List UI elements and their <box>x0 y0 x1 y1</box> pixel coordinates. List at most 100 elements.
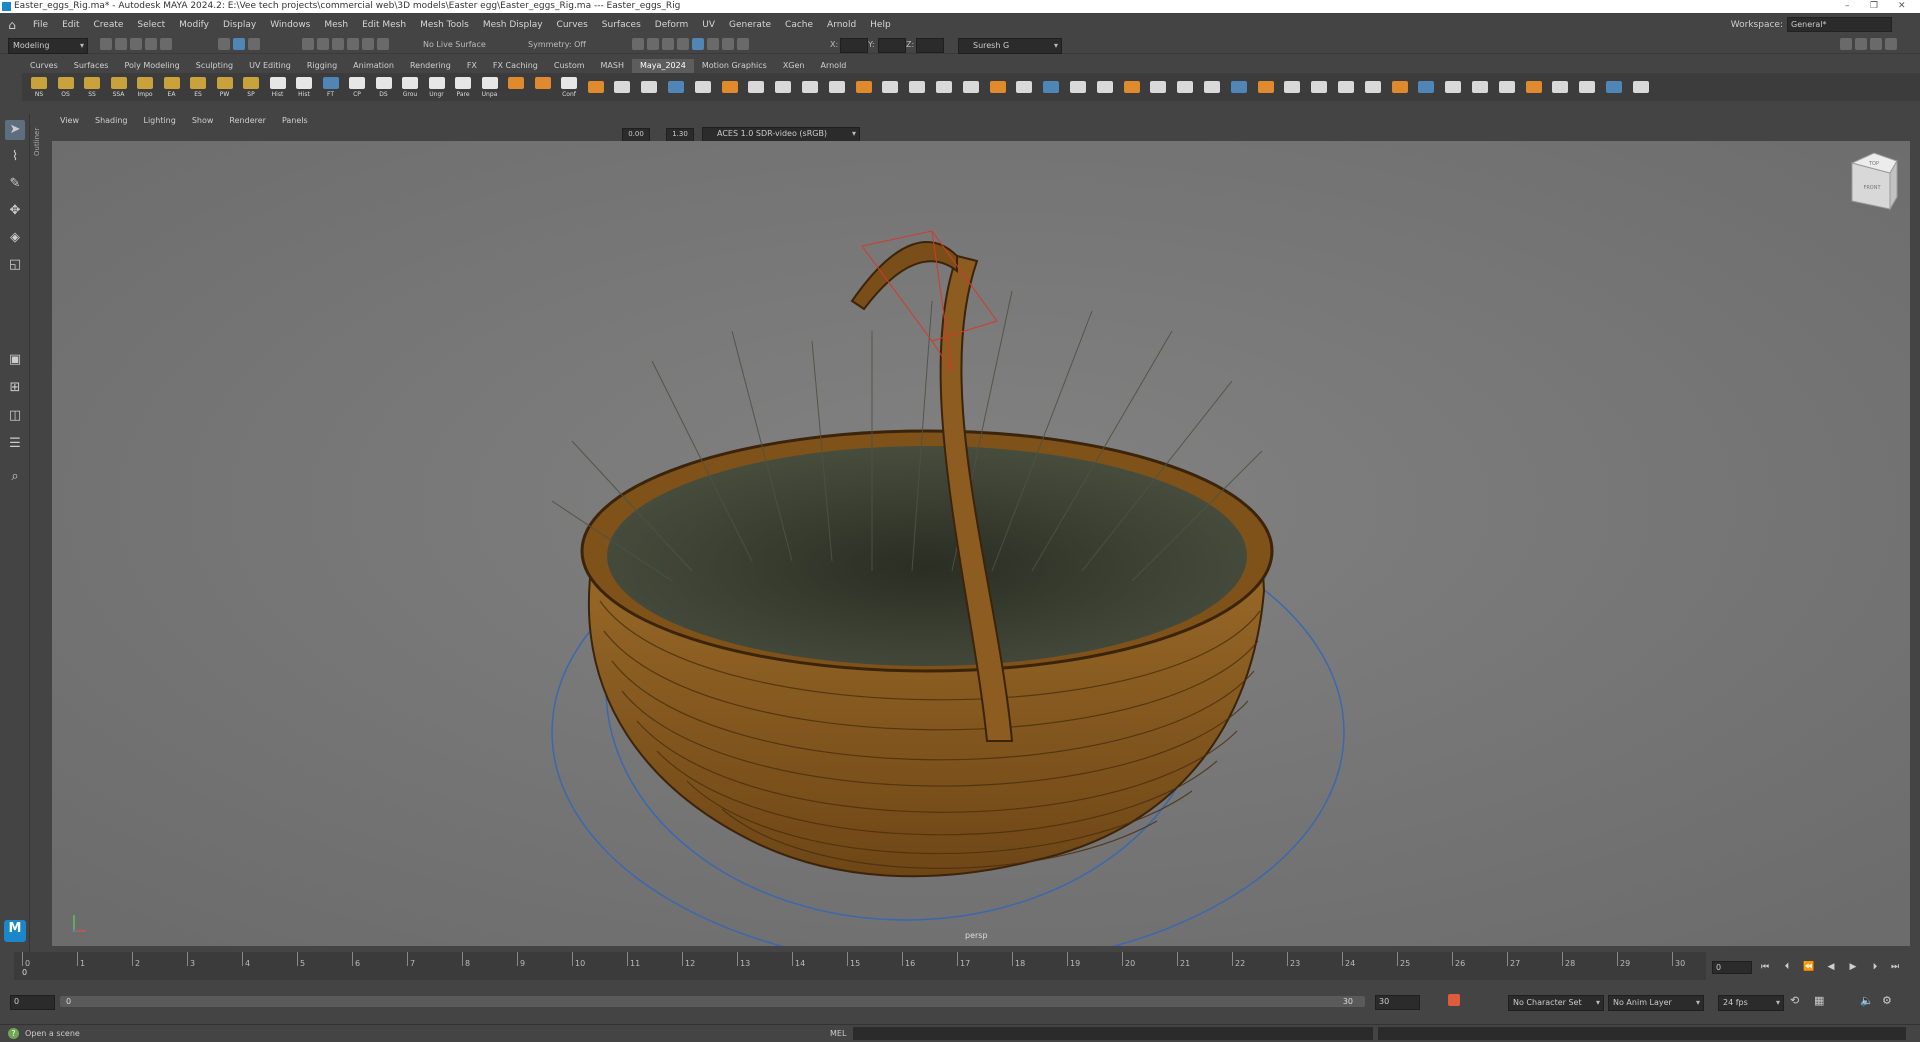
two-view-layout-icon[interactable]: ◫ <box>5 406 25 426</box>
go-to-end-icon[interactable]: ⏭ <box>1888 961 1902 974</box>
current-frame-field[interactable]: 0 <box>1712 961 1752 974</box>
shelf-tool-button-25[interactable] <box>1255 76 1277 98</box>
shelf-tool-button-0[interactable] <box>585 76 607 98</box>
shelf-tool-button-4[interactable] <box>692 76 714 98</box>
panel-menu-show[interactable]: Show <box>184 116 222 125</box>
outliner-tab-label[interactable]: Outliner <box>33 116 43 156</box>
panel-menu-panels[interactable]: Panels <box>274 116 316 125</box>
command-input[interactable] <box>853 1027 1373 1040</box>
play-forwards-icon[interactable]: ▶ <box>1846 961 1860 974</box>
close-icon[interactable]: ✕ <box>1898 0 1906 13</box>
rotate-tool-icon[interactable]: ◈ <box>5 228 25 248</box>
shelf-tool-button-39[interactable] <box>1630 76 1652 98</box>
shelf-button-unpa-17[interactable]: Unpa <box>479 76 501 98</box>
search-icon[interactable]: ⌕ <box>5 467 25 487</box>
shelf-tool-button-5[interactable] <box>719 76 741 98</box>
menu-set-dropdown[interactable]: Modeling <box>8 38 88 54</box>
shelf-tool-button-8[interactable] <box>799 76 821 98</box>
redo-icon[interactable] <box>160 38 172 50</box>
shelf-tab-sculpting[interactable]: Sculpting <box>188 59 241 73</box>
component-mode-icon[interactable] <box>248 38 260 50</box>
tool-settings-icon[interactable] <box>1870 38 1882 50</box>
menu-mesh-display[interactable]: Mesh Display <box>476 20 550 30</box>
perspective-viewport[interactable]: TOP FRONT <box>52 141 1910 946</box>
shelf-button-pare-16[interactable]: Pare <box>452 76 474 98</box>
shelf-tool-button-19[interactable] <box>1094 76 1116 98</box>
menu-cache[interactable]: Cache <box>778 20 820 30</box>
channel-box-icon[interactable] <box>1885 38 1897 50</box>
menu-deform[interactable]: Deform <box>648 20 695 30</box>
shelf-button-ea-5[interactable]: EA <box>161 76 183 98</box>
shelf-tool-button-9[interactable] <box>826 76 848 98</box>
shelf-button-hist-9[interactable]: Hist <box>267 76 289 98</box>
workspace-dropdown[interactable]: General* <box>1787 17 1892 32</box>
render-current-frame-icon[interactable] <box>632 38 644 50</box>
object-mode-icon[interactable] <box>233 38 245 50</box>
panel-menu-view[interactable]: View <box>52 116 87 125</box>
shelf-tool-button-27[interactable] <box>1308 76 1330 98</box>
snap-point-icon[interactable] <box>332 38 344 50</box>
panel-menu-lighting[interactable]: Lighting <box>135 116 183 125</box>
menu-surfaces[interactable]: Surfaces <box>595 20 648 30</box>
shelf-tool-button-32[interactable] <box>1442 76 1464 98</box>
fps-dropdown[interactable]: 24 fps <box>1718 995 1784 1011</box>
symmetry-label[interactable]: Symmetry: Off <box>528 40 586 49</box>
shelf-tool-button-26[interactable] <box>1281 76 1303 98</box>
shelf-tab-fx-caching[interactable]: FX Caching <box>485 59 546 73</box>
shelf-tool-button-11[interactable] <box>879 76 901 98</box>
select-tool-icon[interactable]: ➤ <box>5 120 25 140</box>
shelf-tool-button-24[interactable] <box>1228 76 1250 98</box>
shelf-tool-button-13[interactable] <box>933 76 955 98</box>
menu-help[interactable]: Help <box>863 20 898 30</box>
shelf-button-tool-18[interactable] <box>505 76 527 98</box>
maximize-icon[interactable]: ❐ <box>1870 0 1878 13</box>
snap-live-icon[interactable] <box>377 38 389 50</box>
grass-filling[interactable] <box>607 446 1247 666</box>
shelf-tool-button-12[interactable] <box>906 76 928 98</box>
go-to-start-icon[interactable]: ⏮ <box>1758 961 1772 974</box>
shelf-tool-button-22[interactable] <box>1174 76 1196 98</box>
shelf-tab-mash[interactable]: MASH <box>593 59 632 73</box>
shelf-tool-button-33[interactable] <box>1469 76 1491 98</box>
shelf-button-es-6[interactable]: ES <box>187 76 209 98</box>
anim-layer-dropdown[interactable]: No Anim Layer <box>1608 995 1704 1011</box>
shelf-tool-button-20[interactable] <box>1121 76 1143 98</box>
shelf-tool-button-17[interactable] <box>1040 76 1062 98</box>
menu-edit[interactable]: Edit <box>55 20 86 30</box>
undo-icon[interactable] <box>145 38 157 50</box>
shelf-button-ds-13[interactable]: DS <box>373 76 395 98</box>
auto-key-icon[interactable] <box>1448 994 1460 1006</box>
shelf-tool-button-14[interactable] <box>960 76 982 98</box>
render-sequence-icon[interactable] <box>647 38 659 50</box>
save-scene-icon[interactable] <box>130 38 142 50</box>
shelf-tool-button-1[interactable] <box>611 76 633 98</box>
shelf-tool-button-16[interactable] <box>1013 76 1035 98</box>
user-account-dropdown[interactable]: Suresh G <box>958 38 1062 54</box>
menu-file[interactable]: File <box>26 20 55 30</box>
shelf-button-impo-4[interactable]: Impo <box>134 76 156 98</box>
home-icon[interactable]: ⌂ <box>4 18 20 32</box>
shelf-button-ns-0[interactable]: NS <box>28 76 50 98</box>
four-view-layout-icon[interactable]: ⊞ <box>5 378 25 398</box>
shelf-tab-uv-editing[interactable]: UV Editing <box>241 59 299 73</box>
shelf-tab-arnold[interactable]: Arnold <box>812 59 854 73</box>
view-cube[interactable]: TOP FRONT <box>1850 152 1898 211</box>
shelf-tool-button-15[interactable] <box>987 76 1009 98</box>
move-tool-icon[interactable]: ✥ <box>5 201 25 221</box>
outliner-layout-icon[interactable]: ☰ <box>5 434 25 454</box>
menu-windows[interactable]: Windows <box>263 20 317 30</box>
shelf-tab-rigging[interactable]: Rigging <box>299 59 345 73</box>
shelf-tool-button-3[interactable] <box>665 76 687 98</box>
hypershade-icon[interactable] <box>692 38 704 50</box>
live-surface-label[interactable]: No Live Surface <box>423 40 486 49</box>
shelf-tool-button-18[interactable] <box>1067 76 1089 98</box>
menu-arnold[interactable]: Arnold <box>820 20 863 30</box>
menu-generate[interactable]: Generate <box>722 20 778 30</box>
menu-uv[interactable]: UV <box>695 20 722 30</box>
sound-icon[interactable]: 🔈 <box>1860 994 1874 1007</box>
shelf-tab-custom[interactable]: Custom <box>546 59 593 73</box>
shelf-tool-button-28[interactable] <box>1335 76 1357 98</box>
snap-grid-icon[interactable] <box>302 38 314 50</box>
snap-view-icon[interactable] <box>347 38 359 50</box>
shelf-tool-button-36[interactable] <box>1549 76 1571 98</box>
